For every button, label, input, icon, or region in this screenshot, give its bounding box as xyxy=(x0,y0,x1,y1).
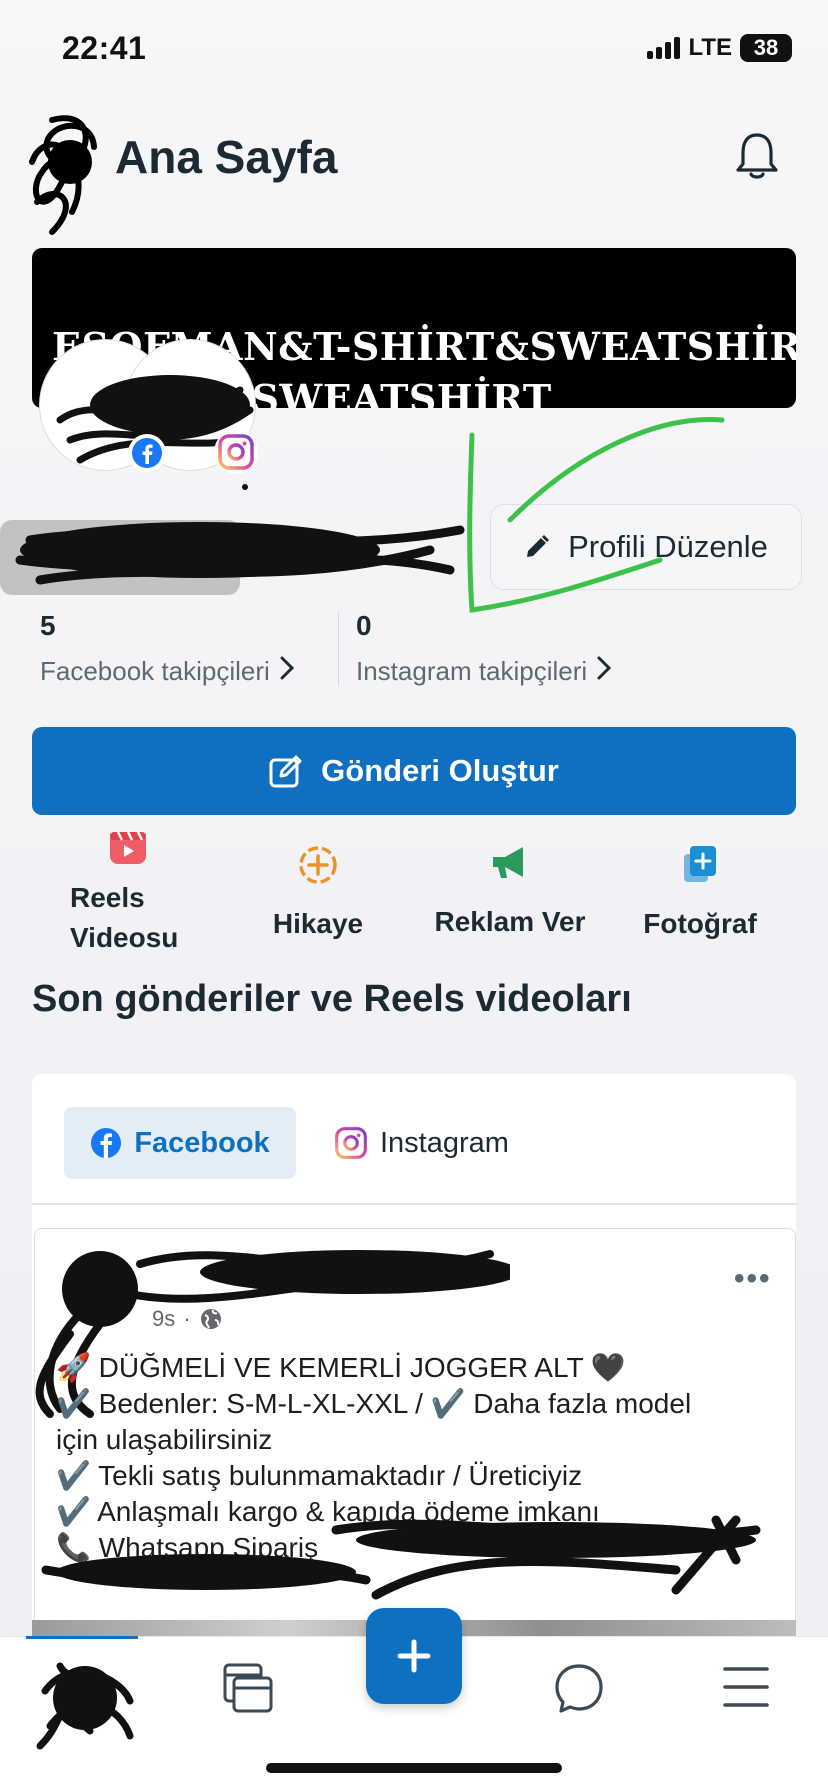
notifications-bell-icon[interactable] xyxy=(734,131,780,181)
instagram-followers-label: Instagram takipçileri xyxy=(356,656,588,686)
post-text: 🚀 DÜĞMELİ VE KEMERLİ JOGGER ALT 🖤 ✔️ Bed… xyxy=(56,1350,776,1566)
post-timestamp: 9s · xyxy=(152,1306,223,1332)
name-redaction xyxy=(0,520,465,595)
post-line: 📞 Whatsapp Sipariş xyxy=(56,1532,319,1563)
instagram-badge-icon xyxy=(214,430,258,474)
network-type: LTE xyxy=(688,34,732,61)
signal-icon xyxy=(647,37,681,59)
stats-divider xyxy=(338,612,339,686)
instagram-followers[interactable]: 0 Instagram takipçileri xyxy=(356,610,612,687)
facebook-followers-label: Facebook takipçileri xyxy=(40,656,270,686)
nav-messages-icon[interactable] xyxy=(553,1662,605,1719)
facebook-badge-icon xyxy=(128,434,166,472)
reels-icon xyxy=(110,831,146,864)
action-ad-label: Reklam Ver xyxy=(434,906,586,937)
compose-icon xyxy=(269,755,302,788)
edit-profile-label: Profili Düzenle xyxy=(568,529,768,564)
action-ad[interactable]: Reklam Ver xyxy=(420,844,600,942)
nav-menu-icon[interactable] xyxy=(722,1664,770,1715)
action-story[interactable]: Hikaye xyxy=(258,844,378,944)
tab-facebook[interactable]: Facebook xyxy=(64,1107,296,1179)
chevron-right-icon xyxy=(597,656,612,687)
create-post-button[interactable]: Gönderi Oluştur xyxy=(32,727,796,815)
tab-facebook-label: Facebook xyxy=(134,1126,270,1159)
facebook-followers-count: 5 xyxy=(40,610,56,641)
instagram-icon xyxy=(335,1127,367,1159)
post-line: için ulaşabilirsiniz xyxy=(56,1424,273,1455)
facebook-icon xyxy=(91,1128,122,1158)
edit-profile-button[interactable]: Profili Düzenle xyxy=(490,504,802,590)
action-reels[interactable]: Reels Videosu xyxy=(70,828,190,958)
home-indicator xyxy=(266,1763,562,1773)
tab-instagram[interactable]: Instagram xyxy=(334,1107,509,1179)
photo-add-icon xyxy=(684,846,716,882)
post-line: 🚀 DÜĞMELİ VE KEMERLİ JOGGER ALT 🖤 xyxy=(56,1352,626,1383)
post-more-options-icon[interactable]: ••• xyxy=(734,1262,772,1296)
story-add-icon xyxy=(299,846,337,884)
megaphone-icon xyxy=(493,847,523,878)
create-fab-button[interactable] xyxy=(366,1608,462,1704)
plus-icon xyxy=(397,1639,431,1673)
post-line: ✔️ Anlaşmalı kargo & kapıda ödeme imkanı xyxy=(56,1496,600,1527)
post-line: ✔️ Bedenler: S-M-L-XL-XXL / ✔️ Daha fazl… xyxy=(56,1388,692,1419)
battery-icon: 38 xyxy=(740,34,792,62)
battery-level: 38 xyxy=(753,35,779,60)
tab-instagram-label: Instagram xyxy=(380,1126,509,1159)
chevron-right-icon xyxy=(280,656,294,687)
nav-active-indicator xyxy=(26,1636,138,1639)
action-photo[interactable]: Fotoğraf xyxy=(630,844,770,944)
create-post-label: Gönderi Oluştur xyxy=(321,753,559,788)
tab-divider xyxy=(32,1203,796,1205)
page-title: Ana Sayfa xyxy=(115,131,338,183)
globe-icon xyxy=(200,1309,221,1329)
status-time: 22:41 xyxy=(62,30,147,66)
pencil-icon xyxy=(527,535,550,557)
action-reels-label: Reels Videosu xyxy=(70,882,179,953)
section-title: Son gönderiler ve Reels videoları xyxy=(32,978,632,1020)
nav-pages-icon[interactable] xyxy=(222,1662,274,1719)
action-story-label: Hikaye xyxy=(272,908,364,939)
post-time-label: 9s xyxy=(152,1306,176,1331)
nav-home-avatar[interactable] xyxy=(30,1646,140,1756)
post-line: ✔️ Tekli satış bulunmamaktadır / Üretici… xyxy=(56,1460,583,1491)
facebook-followers[interactable]: 5 Facebook takipçileri xyxy=(40,610,294,687)
status-indicators: LTE 38 xyxy=(647,34,792,62)
header-avatar[interactable] xyxy=(22,112,102,235)
dot xyxy=(242,484,248,490)
action-photo-label: Fotoğraf xyxy=(643,908,757,939)
instagram-followers-count: 0 xyxy=(356,610,372,641)
